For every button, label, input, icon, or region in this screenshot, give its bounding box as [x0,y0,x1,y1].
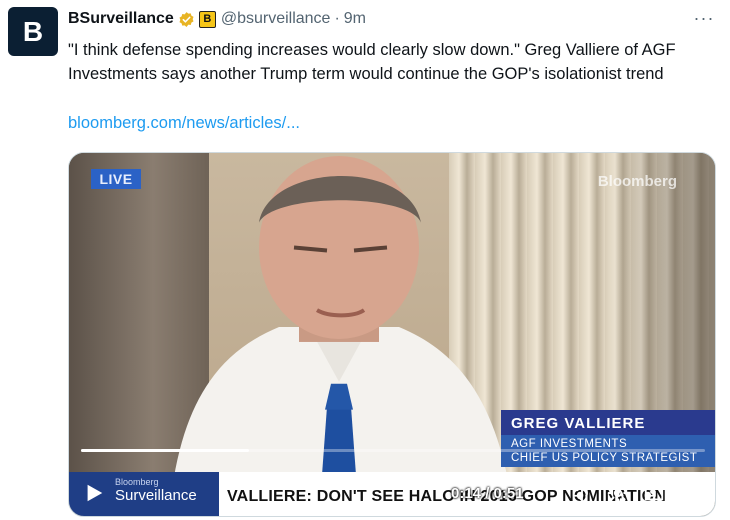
time-display: 0:14 / 0:51 [451,485,524,502]
avatar-letter: B [22,15,44,47]
display-name[interactable]: BSurveillance [68,10,174,28]
gear-icon[interactable] [607,482,629,504]
tweet-text: "I think defense spending increases woul… [68,41,676,83]
show-brand-line1: Bloomberg [115,477,159,487]
separator-dot: · [334,10,340,27]
volume-icon[interactable] [571,482,593,504]
lower-third: GREG VALLIERE AGF INVESTMENTS CHIEF US P… [501,410,715,467]
guest-title: CHIEF US POLICY STRATEGIST [501,451,715,467]
video-controls [571,482,701,504]
verified-badge-icon[interactable] [178,11,195,28]
profile-avatar[interactable]: B [8,7,58,56]
progress-bar[interactable] [81,449,705,452]
tweet-header: BSurveillance B @bsurveillance · 9m [68,9,366,29]
more-options-icon[interactable]: ··· [692,8,716,28]
fullscreen-icon[interactable] [679,482,701,504]
speaker-figure [169,155,514,516]
video-player[interactable]: LIVE Bloomberg GREG VALLIERE AGF INVESTM… [68,152,716,517]
progress-fill [81,449,250,452]
affiliate-badge[interactable]: B [198,10,216,28]
play-icon[interactable] [83,482,105,504]
show-brand-line2: Surveillance [115,487,197,504]
live-badge: LIVE [91,169,141,189]
picture-in-picture-icon[interactable] [643,482,665,504]
bloomberg-watermark: Bloomberg [597,173,677,190]
tweet-timestamp[interactable]: 9m [344,10,366,28]
user-handle[interactable]: @bsurveillance [221,10,331,28]
article-link[interactable]: bloomberg.com/news/articles/... [68,111,300,135]
guest-name: GREG VALLIERE [501,410,715,435]
